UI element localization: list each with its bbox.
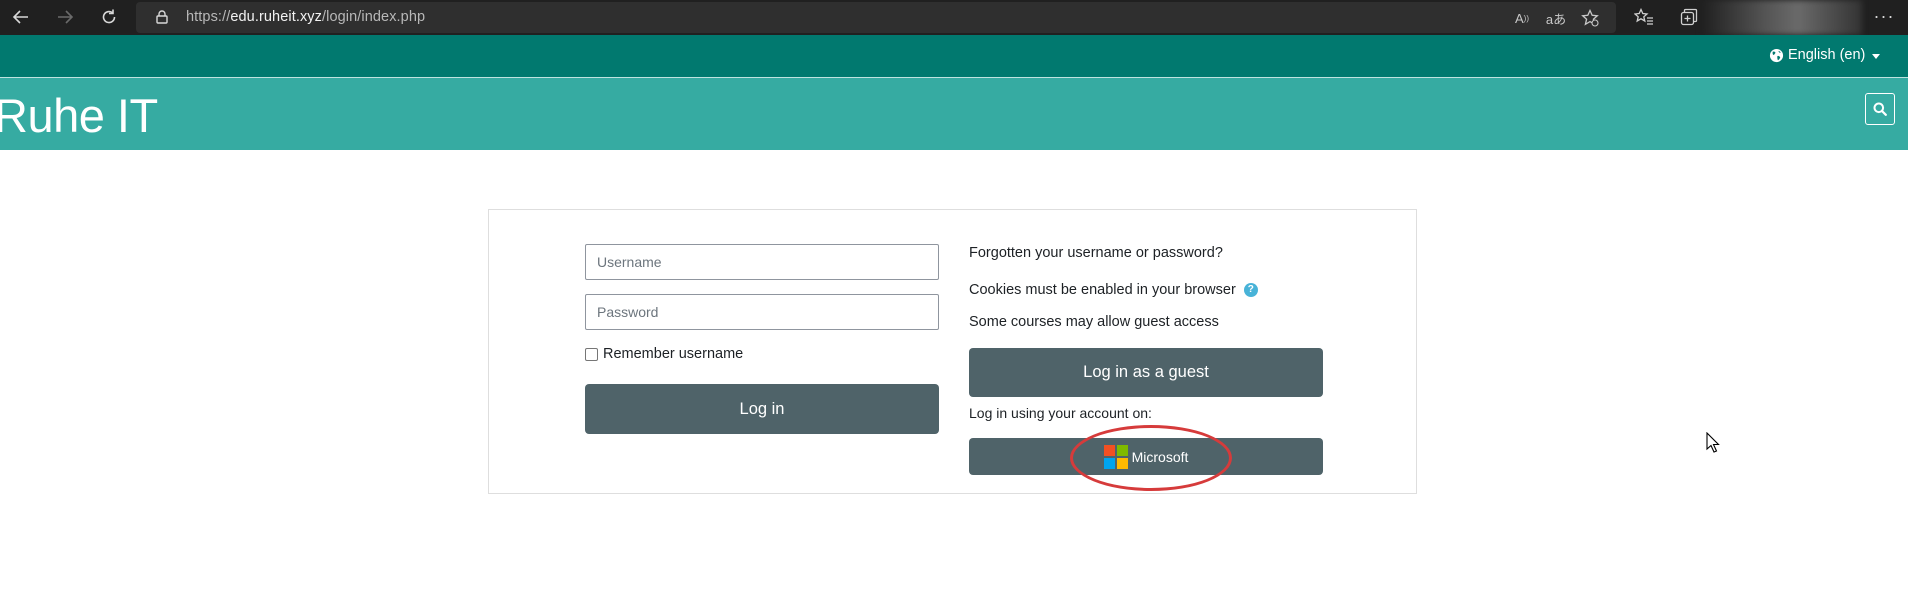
language-label: English (en) — [1788, 47, 1866, 63]
favorites-icon[interactable] — [1632, 6, 1656, 28]
address-bar[interactable]: https://edu.ruheit.xyz/login/index.php A… — [136, 2, 1616, 33]
globe-icon — [1769, 48, 1784, 62]
language-menu[interactable]: English (en) — [1769, 47, 1881, 63]
remember-username-label: Remember username — [603, 346, 744, 362]
search-button[interactable] — [1865, 93, 1895, 125]
url-host: edu.ruheit.xyz — [230, 9, 322, 25]
add-favorite-icon[interactable] — [1579, 8, 1601, 28]
help-icon[interactable]: ? — [1243, 283, 1258, 298]
guest-login-button[interactable]: Log in as a guest — [969, 348, 1323, 397]
login-button[interactable]: Log in — [585, 384, 939, 434]
username-input[interactable] — [585, 244, 939, 280]
browser-toolbar: https://edu.ruheit.xyz/login/index.php A… — [0, 0, 1908, 35]
microsoft-logo-icon — [1103, 444, 1128, 469]
site-title[interactable]: Ruhe IT — [0, 88, 158, 143]
forward-button[interactable] — [51, 4, 79, 30]
forward-arrow-icon — [58, 10, 74, 24]
more-menu-button[interactable]: ··· — [1870, 6, 1898, 28]
mouse-cursor-icon — [1706, 432, 1720, 453]
site-header: Ruhe IT — [0, 78, 1908, 150]
cookies-notice: Cookies must be enabled in your browser? — [969, 282, 1258, 298]
back-button[interactable] — [7, 4, 35, 30]
read-aloud-icon[interactable]: A)) — [1511, 8, 1533, 28]
login-card: Remember username Log in Forgotten your … — [488, 209, 1417, 494]
remember-username-checkbox[interactable] — [585, 347, 598, 361]
password-input[interactable] — [585, 294, 939, 330]
caret-down-icon — [1872, 53, 1881, 59]
cookies-text: Cookies must be enabled in your browser — [969, 282, 1236, 298]
collections-icon[interactable] — [1677, 6, 1701, 28]
microsoft-button-label: Microsoft — [1131, 448, 1189, 465]
profile-avatar-blurred[interactable] — [1702, 0, 1862, 35]
back-arrow-icon — [12, 10, 28, 24]
site-top-navbar: English (en) — [0, 35, 1908, 78]
microsoft-login-button[interactable]: Microsoft — [969, 438, 1323, 475]
url-scheme: https:// — [186, 9, 231, 25]
refresh-button[interactable] — [95, 4, 123, 30]
forgotten-password-link[interactable]: Forgotten your username or password? — [969, 245, 1223, 261]
lock-icon[interactable] — [156, 10, 168, 24]
remember-username[interactable]: Remember username — [585, 346, 743, 362]
guest-access-text: Some courses may allow guest access — [969, 314, 1219, 330]
translate-icon[interactable]: aあ — [1545, 8, 1567, 28]
refresh-icon — [102, 9, 116, 24]
url-path: /login/index.php — [322, 9, 426, 25]
account-login-text: Log in using your account on: — [969, 405, 1152, 421]
url-text[interactable]: https://edu.ruheit.xyz/login/index.php — [186, 9, 425, 25]
search-icon — [1873, 102, 1887, 116]
